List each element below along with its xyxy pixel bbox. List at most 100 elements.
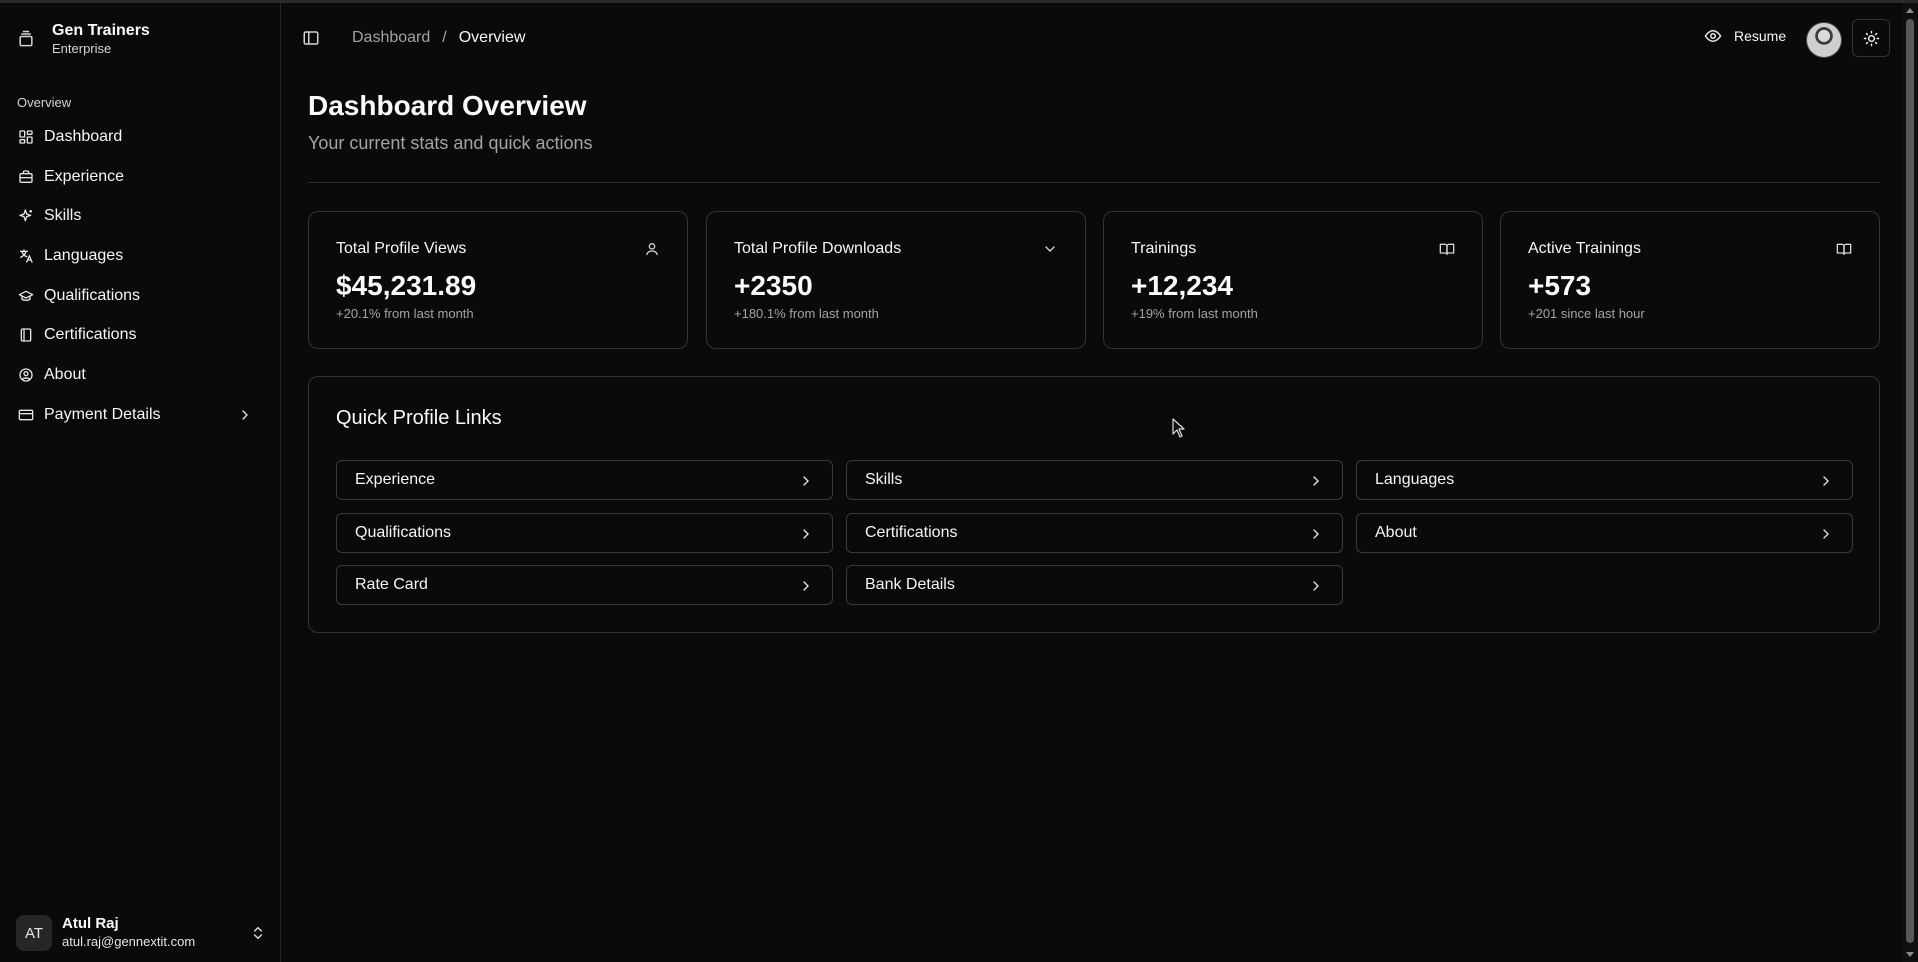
stat-value: +12,234: [1131, 270, 1233, 301]
user-icon: [646, 243, 658, 256]
breadcrumb-separator: /: [442, 29, 447, 46]
stat-delta: +19% from last month: [1131, 306, 1258, 321]
quick-link-certifications[interactable]: Certifications: [846, 513, 1343, 553]
sidebar-item-dashboard[interactable]: Dashboard: [8, 121, 265, 153]
quick-link-languages[interactable]: Languages: [1356, 460, 1853, 500]
stat-card-active-trainings: Active Trainings +573 +201 since last ho…: [1500, 211, 1880, 349]
scrollbar-thumb[interactable]: [1906, 19, 1914, 943]
quick-link-label: About: [1375, 524, 1417, 541]
chevron-right-icon: [1313, 529, 1319, 539]
sidebar-item-qualifications[interactable]: Qualifications: [8, 280, 265, 312]
chevron-right-icon: [803, 529, 809, 539]
section-divider: [308, 182, 1880, 183]
brand-name: Gen Trainers: [52, 22, 150, 39]
chevron-right-icon: [1823, 476, 1829, 486]
languages-icon: [20, 249, 33, 263]
page-scrollbar[interactable]: [1902, 3, 1918, 962]
stat-value: +573: [1528, 270, 1592, 301]
user-avatar: AT: [16, 915, 52, 951]
stat-label: Active Trainings: [1528, 240, 1641, 257]
page-subtitle: Your current stats and quick actions: [308, 133, 593, 153]
sidebar-item-experience[interactable]: Experience: [8, 161, 265, 193]
resume-label: Resume: [1734, 28, 1787, 44]
nav-group-label: Overview: [17, 95, 72, 110]
theme-toggle-button[interactable]: [1852, 19, 1890, 57]
stat-value: +2350: [734, 270, 813, 301]
sidebar-nav: Dashboard Experience Skills Languages Qu…: [8, 121, 265, 439]
sidebar-item-label: Skills: [44, 207, 82, 225]
sidebar-item-payment-details[interactable]: Payment Details: [8, 399, 265, 431]
stat-label: Trainings: [1131, 240, 1197, 257]
stat-delta: +180.1% from last month: [734, 306, 879, 321]
quick-link-rate-card[interactable]: Rate Card: [336, 565, 833, 605]
top-bar: Dashboard / Overview Resume: [282, 3, 1902, 71]
stat-delta: +201 since last hour: [1528, 306, 1645, 321]
sidebar: Gen Trainers Enterprise Overview Dashboa…: [0, 3, 281, 962]
sparkles-icon: [19, 209, 32, 222]
sidebar-item-label: About: [44, 366, 86, 384]
quick-link-skills[interactable]: Skills: [846, 460, 1343, 500]
stat-value: $45,231.89: [336, 270, 477, 301]
scroll-down-icon[interactable]: [1906, 952, 1914, 957]
sidebar-item-about[interactable]: About: [8, 359, 265, 391]
resume-button[interactable]: Resume: [1704, 27, 1786, 45]
chevrons-up-down-icon: [254, 926, 262, 940]
quick-links-title: Quick Profile Links: [336, 407, 502, 429]
graduation-cap-icon: [18, 290, 34, 301]
quick-link-experience[interactable]: Experience: [336, 460, 833, 500]
briefcase-icon: [19, 170, 33, 183]
stat-card-trainings: Trainings +12,234 +19% from last month: [1103, 211, 1483, 349]
chevron-down-icon: [1045, 246, 1055, 252]
quick-link-label: Languages: [1375, 471, 1455, 488]
quick-link-label: Qualifications: [355, 524, 452, 541]
sidebar-item-certifications[interactable]: Certifications: [8, 319, 265, 351]
open-book-icon: [1439, 243, 1455, 255]
brand-plan: Enterprise: [52, 41, 112, 56]
sidebar-item-label: Languages: [44, 247, 124, 265]
quick-link-bank-details[interactable]: Bank Details: [846, 565, 1343, 605]
quick-link-label: Rate Card: [355, 576, 428, 593]
chevron-right-icon: [1313, 581, 1319, 591]
eye-icon: [1704, 29, 1722, 43]
stat-delta: +20.1% from last month: [336, 306, 474, 321]
stat-card-profile-views: Total Profile Views $45,231.89 +20.1% fr…: [308, 211, 688, 349]
sidebar-item-label: Certifications: [44, 326, 137, 344]
breadcrumb-parent[interactable]: Dashboard: [352, 29, 430, 47]
layers-icon: [19, 30, 33, 47]
quick-link-label: Experience: [355, 471, 436, 488]
chevron-right-icon: [803, 476, 809, 486]
sun-icon: [1863, 30, 1879, 46]
quick-link-label: Bank Details: [865, 576, 955, 593]
quick-link-qualifications[interactable]: Qualifications: [336, 513, 833, 553]
open-book-icon: [1836, 243, 1852, 255]
stat-card-profile-downloads: Total Profile Downloads +2350 +180.1% fr…: [706, 211, 1086, 349]
sidebar-item-languages[interactable]: Languages: [8, 240, 265, 272]
sidebar-item-label: Qualifications: [44, 286, 141, 304]
profile-avatar[interactable]: [1806, 22, 1842, 58]
quick-link-about[interactable]: About: [1356, 513, 1853, 553]
credit-card-icon: [18, 409, 34, 421]
dashboard-grid-icon: [19, 130, 33, 144]
quick-links-card: Quick Profile Links Experience Skills La…: [308, 376, 1880, 633]
stat-label: Total Profile Views: [336, 240, 467, 257]
sidebar-item-label: Payment Details: [44, 405, 161, 423]
sidebar-toggle-icon[interactable]: [302, 29, 320, 47]
sidebar-item-label: Experience: [44, 167, 125, 185]
quick-link-label: Certifications: [865, 524, 958, 541]
chevron-right-icon: [1313, 476, 1319, 486]
user-name: Atul Raj: [62, 915, 119, 932]
breadcrumb: Dashboard / Overview: [352, 29, 525, 47]
page-title: Dashboard Overview: [308, 90, 587, 121]
mouse-cursor-icon: [1172, 418, 1185, 438]
chevron-right-icon: [1823, 529, 1829, 539]
scroll-up-icon[interactable]: [1906, 8, 1914, 13]
brand[interactable]: Gen Trainers Enterprise: [16, 21, 150, 57]
book-icon: [20, 328, 32, 343]
stat-label: Total Profile Downloads: [734, 240, 902, 257]
sidebar-item-skills[interactable]: Skills: [8, 200, 265, 232]
user-circle-icon: [19, 368, 33, 382]
quick-link-label: Skills: [865, 471, 903, 488]
breadcrumb-current: Overview: [458, 29, 526, 46]
user-email: atul.raj@gennextit.com: [62, 934, 196, 949]
user-menu[interactable]: AT Atul Raj atul.raj@gennextit.com: [16, 915, 266, 951]
